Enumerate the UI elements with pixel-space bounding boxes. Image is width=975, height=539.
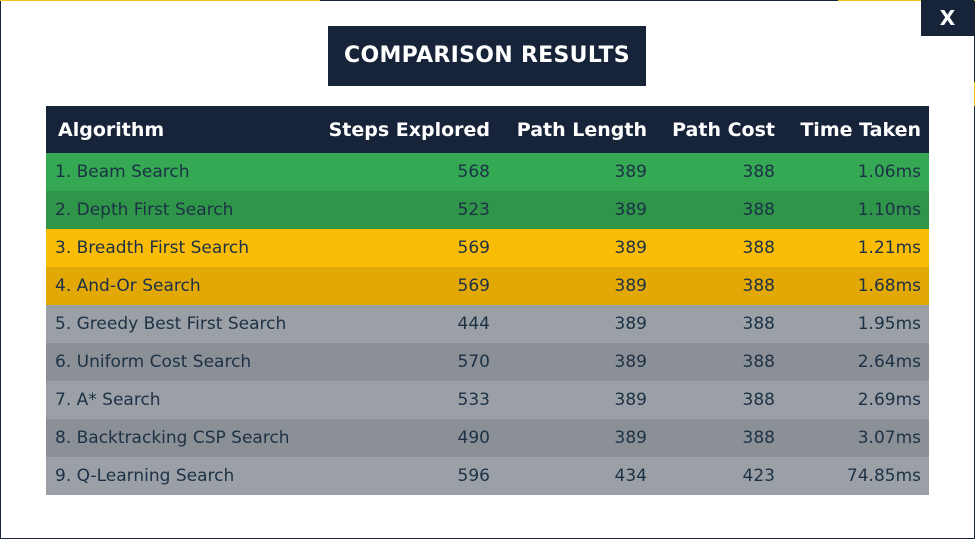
- algorithm-cell: 1. Beam Search: [55, 162, 190, 182]
- path-length-cell: 434: [614, 466, 647, 486]
- path-cost-cell: 388: [742, 352, 775, 372]
- steps-explored-cell: 569: [457, 276, 490, 296]
- algorithm-cell: 4. And-Or Search: [55, 276, 201, 296]
- column-header-path-cost: Path Cost: [655, 106, 783, 153]
- column-header-time-taken: Time Taken: [783, 106, 929, 153]
- dialog-title: COMPARISON RESULTS: [328, 26, 646, 86]
- steps-explored-cell: 596: [457, 466, 490, 486]
- algorithm-cell: 6. Uniform Cost Search: [55, 352, 252, 372]
- table-row: 6. Uniform Cost Search 570 389 388 2.64m…: [46, 343, 929, 381]
- algorithm-cell: 2. Depth First Search: [55, 200, 234, 220]
- steps-explored-cell: 570: [457, 352, 490, 372]
- path-cost-cell: 388: [742, 390, 775, 410]
- steps-explored-cell: 569: [457, 238, 490, 258]
- column-header-steps-explored: Steps Explored: [309, 106, 498, 153]
- path-length-cell: 389: [614, 162, 647, 182]
- algorithm-cell: 8. Backtracking CSP Search: [55, 428, 290, 448]
- column-header-path-length: Path Length: [498, 106, 655, 153]
- time-taken-cell: 1.68ms: [857, 276, 921, 296]
- table-row: 9. Q-Learning Search 596 434 423 74.85ms: [46, 457, 929, 495]
- path-cost-cell: 388: [742, 314, 775, 334]
- table-row: 7. A* Search 533 389 388 2.69ms: [46, 381, 929, 419]
- path-length-cell: 389: [614, 428, 647, 448]
- path-length-cell: 389: [614, 390, 647, 410]
- path-cost-cell: 388: [742, 276, 775, 296]
- algorithm-cell: 5. Greedy Best First Search: [55, 314, 287, 334]
- algorithm-cell: 9. Q-Learning Search: [55, 466, 235, 486]
- path-length-cell: 389: [614, 352, 647, 372]
- time-taken-cell: 3.07ms: [857, 428, 921, 448]
- time-taken-cell: 74.85ms: [846, 466, 921, 486]
- steps-explored-cell: 490: [457, 428, 490, 448]
- steps-explored-cell: 444: [457, 314, 490, 334]
- path-length-cell: 389: [614, 200, 647, 220]
- path-length-cell: 389: [614, 238, 647, 258]
- time-taken-cell: 2.69ms: [857, 390, 921, 410]
- table-row: 1. Beam Search 568 389 388 1.06ms: [46, 153, 929, 191]
- time-taken-cell: 1.95ms: [857, 314, 921, 334]
- algorithm-cell: 7. A* Search: [55, 390, 161, 410]
- time-taken-cell: 1.21ms: [857, 238, 921, 258]
- table-row: 3. Breadth First Search 569 389 388 1.21…: [46, 229, 929, 267]
- table-row: 2. Depth First Search 523 389 388 1.10ms: [46, 191, 929, 229]
- time-taken-cell: 1.06ms: [857, 162, 921, 182]
- time-taken-cell: 1.10ms: [857, 200, 921, 220]
- algorithm-cell: 3. Breadth First Search: [55, 238, 249, 258]
- close-button[interactable]: X: [921, 0, 974, 36]
- steps-explored-cell: 533: [457, 390, 490, 410]
- table-row: 5. Greedy Best First Search 444 389 388 …: [46, 305, 929, 343]
- column-header-algorithm: Algorithm: [46, 106, 309, 153]
- path-length-cell: 389: [614, 314, 647, 334]
- path-length-cell: 389: [614, 276, 647, 296]
- path-cost-cell: 388: [742, 428, 775, 448]
- steps-explored-cell: 523: [457, 200, 490, 220]
- results-table: Algorithm Steps Explored Path Length Pat…: [46, 106, 929, 495]
- path-cost-cell: 423: [742, 466, 775, 486]
- path-cost-cell: 388: [742, 238, 775, 258]
- time-taken-cell: 2.64ms: [857, 352, 921, 372]
- table-row: 8. Backtracking CSP Search 490 389 388 3…: [46, 419, 929, 457]
- path-cost-cell: 388: [742, 200, 775, 220]
- table-row: 4. And-Or Search 569 389 388 1.68ms: [46, 267, 929, 305]
- path-cost-cell: 388: [742, 162, 775, 182]
- table-header-row: Algorithm Steps Explored Path Length Pat…: [46, 106, 929, 153]
- steps-explored-cell: 568: [457, 162, 490, 182]
